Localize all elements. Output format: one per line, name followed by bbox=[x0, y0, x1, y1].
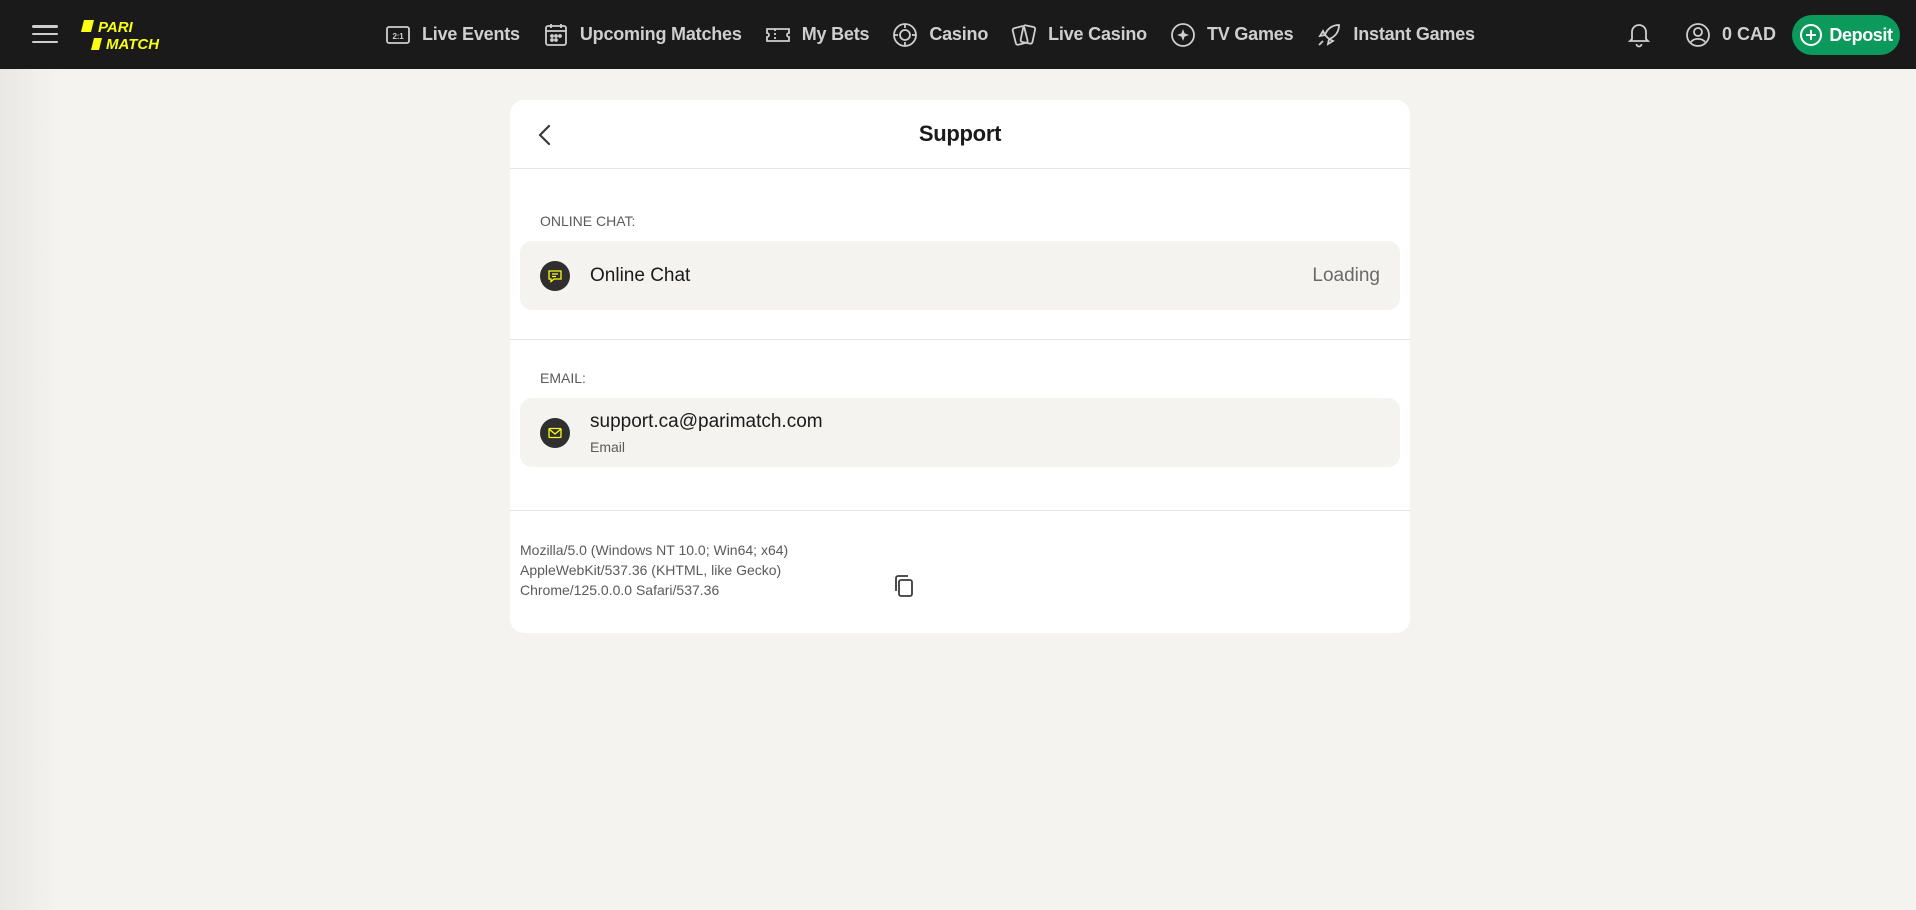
nav-label: Upcoming Matches bbox=[579, 24, 742, 44]
nav-instant-games[interactable]: Instant Games bbox=[1315, 21, 1475, 49]
ticket-icon bbox=[765, 27, 790, 42]
chip-icon bbox=[893, 22, 918, 47]
user-agent-line: Chrome/125.0.0.0 Safari/537.36 bbox=[520, 582, 720, 598]
email-address[interactable]: support.ca@parimatch.com bbox=[590, 411, 823, 433]
page-edge-shade bbox=[0, 69, 60, 910]
nav-live-casino[interactable]: Live Casino bbox=[1010, 21, 1147, 49]
nav-label: Live Events bbox=[422, 24, 520, 44]
sparkle-icon bbox=[1171, 22, 1195, 47]
nav-casino[interactable]: Casino bbox=[891, 21, 988, 49]
user-agent-line: AppleWebKit/537.36 (KHTML, like Gecko) bbox=[520, 562, 782, 578]
nav-upcoming-matches[interactable]: Upcoming Matches bbox=[542, 21, 742, 49]
online-chat-section: ONLINE CHAT: Online Chat Loading bbox=[510, 169, 1410, 340]
chat-status: Loading bbox=[1312, 264, 1380, 286]
deposit-label: Deposit bbox=[1829, 24, 1893, 45]
chat-icon bbox=[540, 260, 570, 291]
live-events-icon: 2:1 bbox=[386, 25, 410, 44]
svg-text:MATCH: MATCH bbox=[106, 36, 160, 52]
nav-live-events[interactable]: 2:1 Live Events bbox=[384, 21, 520, 49]
mail-icon bbox=[540, 417, 570, 448]
copy-icon[interactable] bbox=[890, 572, 918, 600]
page-title: Support bbox=[918, 121, 1002, 146]
plus-circle-icon bbox=[1800, 24, 1823, 46]
parimatch-logo[interactable]: PARI MATCH bbox=[80, 18, 180, 52]
email-row[interactable]: support.ca@parimatch.com Email bbox=[520, 398, 1400, 467]
user-agent-text: Mozilla/5.0 (Windows NT 10.0; Win64; x64… bbox=[520, 540, 820, 600]
nav-label: Live Casino bbox=[1048, 24, 1147, 44]
calendar-icon bbox=[544, 23, 567, 46]
support-header: Support bbox=[510, 100, 1410, 169]
deposit-button[interactable]: Deposit bbox=[1792, 15, 1900, 55]
balance-text: 0 CAD bbox=[1722, 24, 1777, 44]
nav-tv-games[interactable]: TV Games bbox=[1169, 21, 1294, 49]
user-icon bbox=[1686, 22, 1710, 47]
online-chat-row[interactable]: Online Chat Loading bbox=[520, 241, 1400, 310]
section-label-online-chat: ONLINE CHAT: bbox=[540, 213, 636, 229]
account-balance[interactable]: 0 CAD bbox=[1684, 0, 1776, 69]
user-agent-line: Mozilla/5.0 (Windows NT 10.0; Win64; x64… bbox=[520, 542, 789, 558]
chevron-left-icon bbox=[538, 124, 551, 146]
nav-label: Instant Games bbox=[1353, 24, 1475, 44]
cards-icon bbox=[1011, 23, 1037, 46]
nav-label: My Bets bbox=[801, 24, 870, 44]
nav-label: TV Games bbox=[1206, 24, 1294, 44]
email-section: EMAIL: support.ca@parimatch.com Email bbox=[510, 340, 1410, 511]
main-nav: 2:1 Live Events Upcoming Matches My Bets bbox=[384, 0, 1475, 69]
online-chat-title: Online Chat bbox=[590, 264, 691, 286]
top-navigation-bar: PARI MATCH 2:1 Live Events Upcoming Matc… bbox=[0, 0, 1916, 69]
svg-text:2:1: 2:1 bbox=[393, 32, 405, 41]
svg-text:PARI: PARI bbox=[98, 19, 134, 36]
nav-label: Casino bbox=[929, 24, 989, 44]
hamburger-menu-icon[interactable] bbox=[32, 22, 58, 46]
back-button[interactable] bbox=[530, 120, 560, 150]
section-label-email: EMAIL: bbox=[540, 370, 586, 386]
bell-icon[interactable] bbox=[1624, 19, 1654, 49]
nav-my-bets[interactable]: My Bets bbox=[764, 21, 870, 49]
support-card: Support ONLINE CHAT: Online Chat Loading… bbox=[510, 100, 1410, 633]
rocket-icon bbox=[1318, 23, 1341, 46]
email-caption: Email bbox=[590, 438, 626, 455]
